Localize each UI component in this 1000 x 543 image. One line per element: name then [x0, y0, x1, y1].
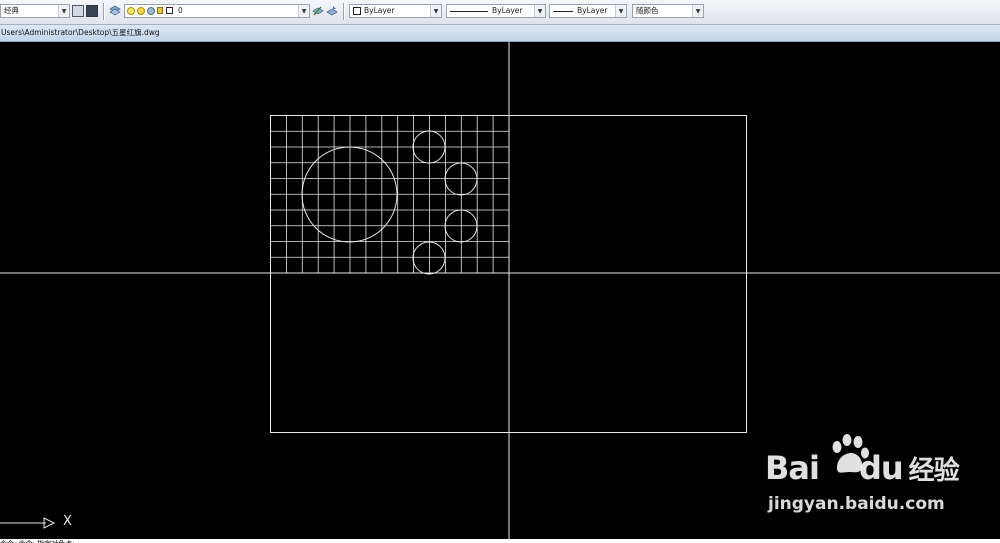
- workspace-save-icon[interactable]: [86, 5, 98, 17]
- small-star-circle: [412, 241, 446, 275]
- layer-prev-icon[interactable]: [326, 5, 338, 17]
- plotstyle-value: 随颜色: [636, 6, 659, 15]
- sun-icon: [137, 7, 145, 15]
- chevron-down-icon: ▼: [58, 5, 69, 17]
- flag-grid: [270, 115, 510, 274]
- cad-app-window: 经典 ▼ 0 ▼ ByLayer ▼ ByLayer ▼ ByLayer ▼ 随…: [0, 0, 1000, 543]
- workspace-settings-icon[interactable]: [72, 5, 84, 17]
- lineweight-sample: [553, 10, 573, 12]
- lineweight-value: ByLayer: [577, 6, 608, 15]
- match-layer-icon[interactable]: [312, 5, 324, 17]
- command-line[interactable]: 命令: 命令: 指定对角点:: [0, 539, 1000, 543]
- layer-value: 0: [178, 6, 183, 15]
- toolbar-separator: [343, 3, 345, 20]
- linetype-sample: [450, 10, 488, 12]
- toolbar-separator: [103, 3, 105, 20]
- workspace-dropdown[interactable]: 经典 ▼: [0, 4, 70, 18]
- layer-states-icon[interactable]: [109, 5, 121, 17]
- drawing-file-path: Users\Administrator\Desktop\五星红旗.dwg: [0, 25, 1000, 42]
- chevron-down-icon: ▼: [430, 5, 441, 17]
- layer-dropdown[interactable]: 0 ▼: [124, 4, 310, 18]
- layer-state-icons: [125, 5, 177, 17]
- color-square-icon: [166, 7, 173, 14]
- lock-icon: [157, 7, 163, 14]
- lineweight-dropdown[interactable]: ByLayer ▼: [549, 4, 627, 18]
- chevron-down-icon: ▼: [615, 5, 626, 17]
- chevron-down-icon: ▼: [298, 5, 309, 17]
- bulb-on-icon: [127, 7, 135, 15]
- workspace-value: 经典: [4, 6, 19, 15]
- color-square-icon: [353, 7, 361, 15]
- watermark-url: jingyan.baidu.com: [768, 494, 945, 514]
- linetype-dropdown[interactable]: ByLayer ▼: [446, 4, 546, 18]
- color-value: ByLayer: [364, 6, 395, 15]
- watermark-brand: Bai du 经验: [765, 449, 960, 489]
- viewport-freeze-icon: [147, 7, 155, 15]
- watermark-du: du: [858, 449, 904, 487]
- color-dropdown[interactable]: ByLayer ▼: [349, 4, 442, 18]
- plotstyle-dropdown[interactable]: 随颜色 ▼: [632, 4, 704, 18]
- baidu-watermark: Bai du 经验 jingyan.baidu.com: [765, 432, 965, 522]
- chevron-down-icon: ▼: [692, 5, 703, 17]
- properties-toolbar: 经典 ▼ 0 ▼ ByLayer ▼ ByLayer ▼ ByLayer ▼ 随…: [0, 0, 1000, 25]
- watermark-bai: Bai: [765, 449, 820, 487]
- ucs-x-label: X: [63, 514, 72, 529]
- chevron-down-icon: ▼: [534, 5, 545, 17]
- linetype-value: ByLayer: [492, 6, 523, 15]
- watermark-jingyan: 经验: [908, 456, 960, 486]
